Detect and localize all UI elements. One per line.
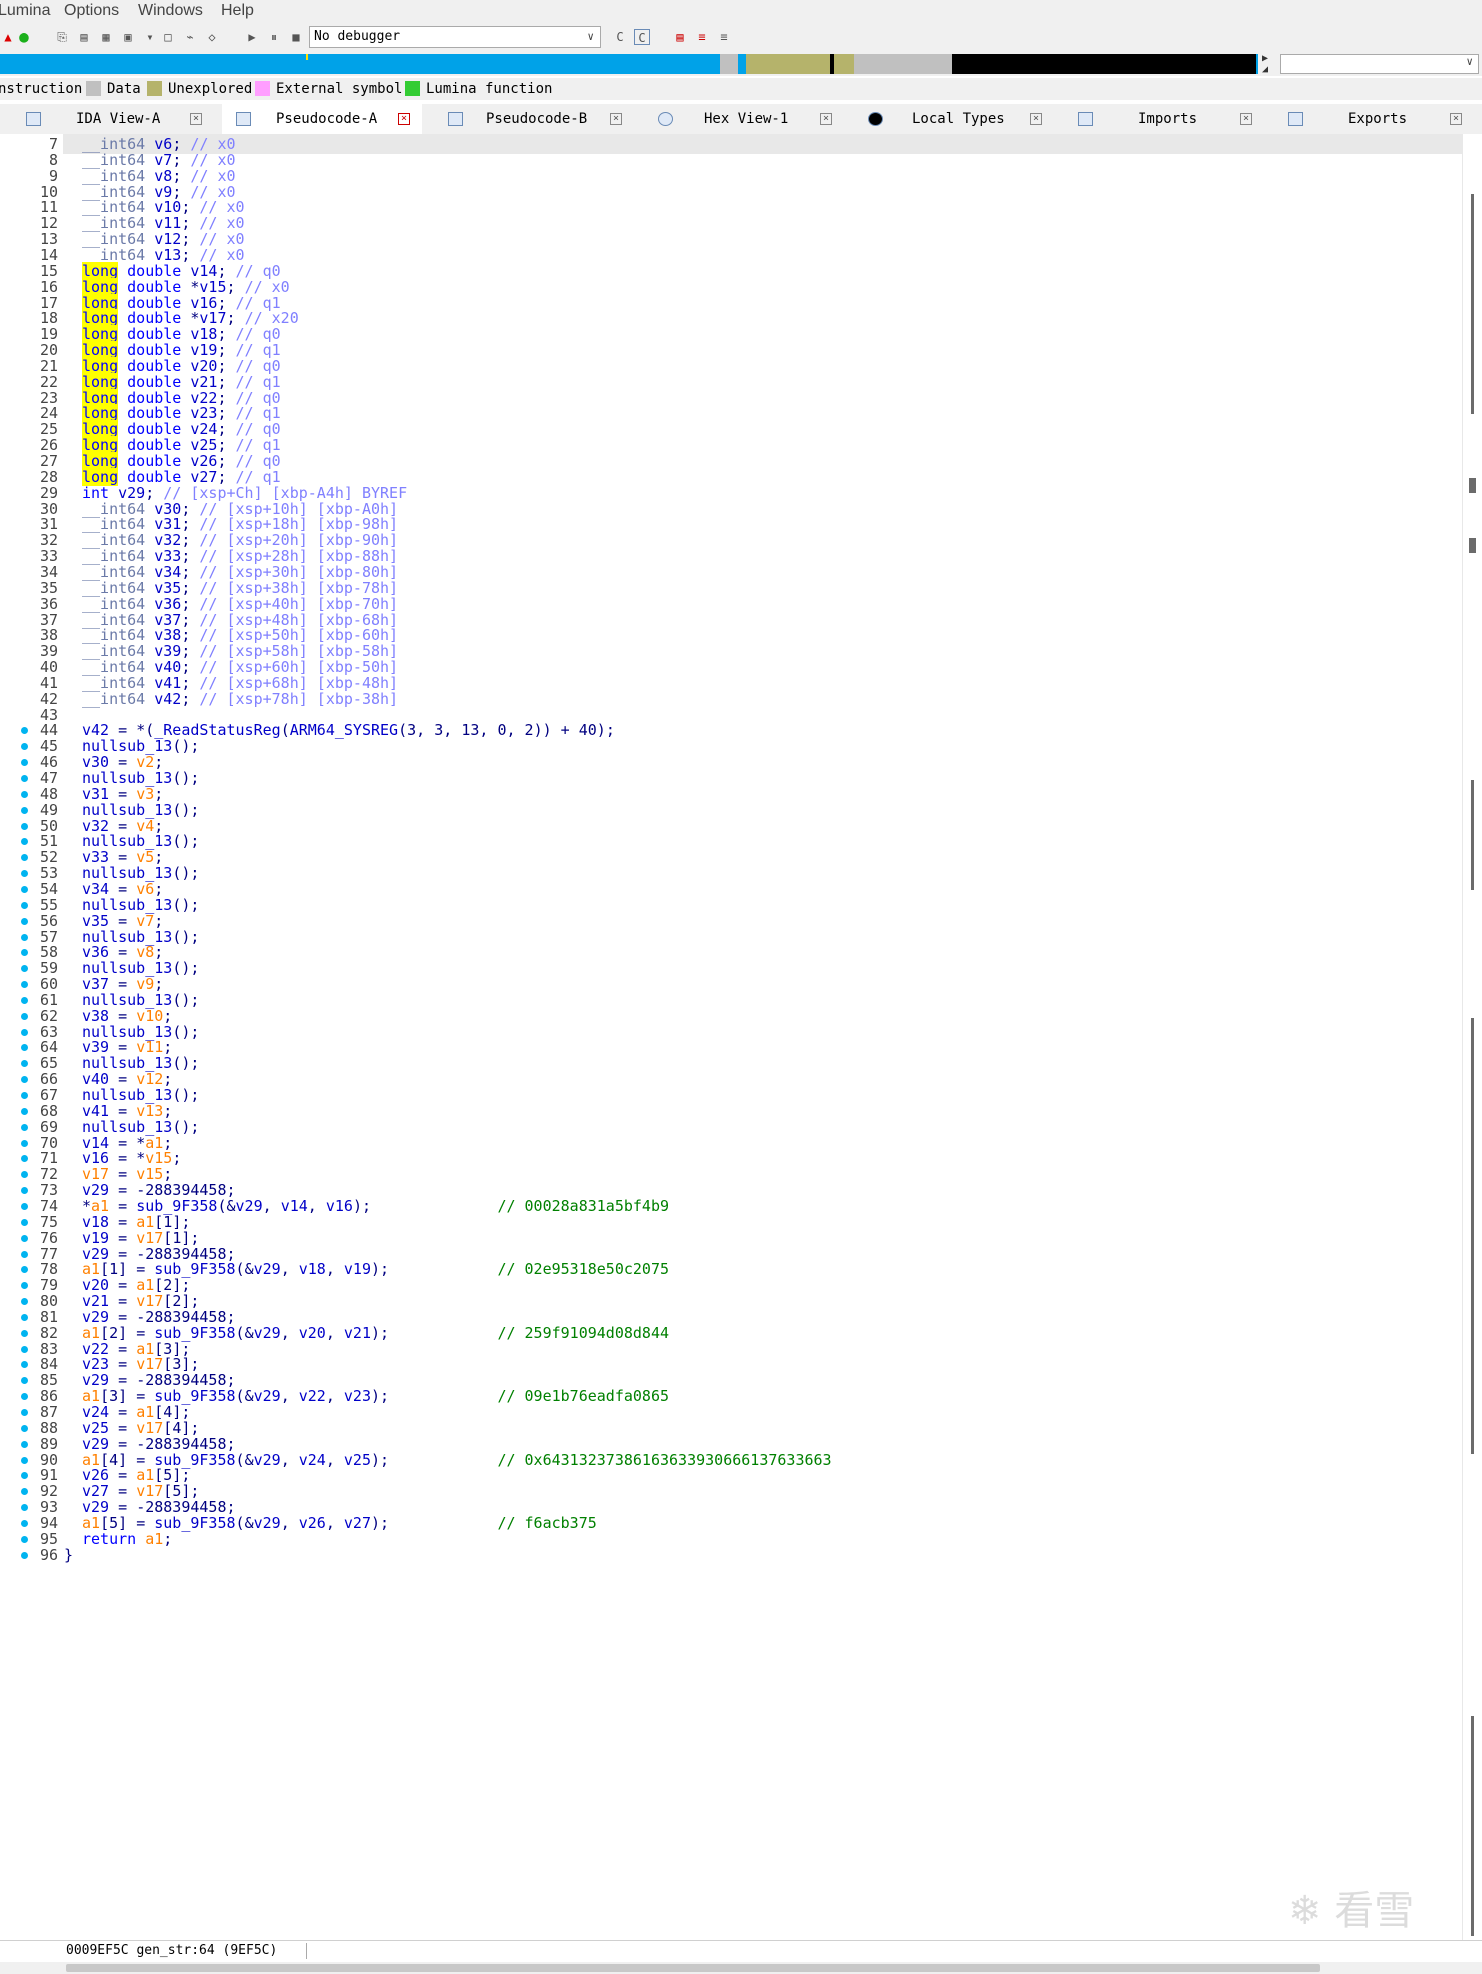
status-separator (306, 1943, 307, 1959)
tab-imports[interactable]: Imports × (1064, 104, 1264, 134)
legend-unexplored-label: Unexplored (168, 81, 253, 97)
status-bar: 0009EF5C gen_str:64 (9EF5C) (0, 1940, 1482, 1961)
diamond-icon[interactable]: ◇ (204, 29, 220, 45)
exports-icon (1288, 112, 1303, 126)
code-line[interactable]: 96} (0, 1545, 1462, 1565)
tab-label: Local Types (912, 111, 1005, 127)
pseudocode-c-icon[interactable]: C (612, 29, 628, 45)
copy-icon[interactable]: ⎘ (54, 29, 70, 45)
nav-position-marker (306, 54, 308, 60)
color-legend: nstruction Data Unexplored External symb… (0, 78, 1482, 100)
tab-exports[interactable]: Exports × (1274, 104, 1474, 134)
run-icon[interactable]: ● (16, 29, 32, 45)
tab-label: Imports (1138, 111, 1198, 127)
menu-windows[interactable]: Windows (138, 2, 203, 20)
scroll-marker (1471, 1716, 1474, 1936)
legend-data-swatch (86, 81, 101, 96)
legend-data-label: Data (107, 81, 141, 97)
stop-icon[interactable]: ■ (288, 29, 304, 45)
tab-label: Exports (1348, 111, 1408, 127)
imports-icon (1078, 112, 1093, 126)
code-text: } (64, 1545, 74, 1564)
pause-icon[interactable]: ⏸ (266, 29, 282, 45)
debugger-select[interactable]: No debugger ∨ (309, 26, 601, 48)
local-types-icon (868, 112, 883, 126)
disassembly-icon (26, 112, 41, 126)
tab-hex-view-1[interactable]: Hex View-1 × (644, 104, 844, 134)
chevron-down-icon: ∨ (587, 30, 594, 43)
dropdown-arrow-icon[interactable]: ▾ (142, 29, 158, 45)
debugger-select-value: No debugger (314, 29, 401, 44)
legend-lumina-label: Lumina function (426, 81, 553, 97)
pseudocode-icon (448, 112, 463, 126)
legend-instruction-label: nstruction (0, 81, 83, 97)
tab-pseudocode-b[interactable]: Pseudocode-B × (434, 104, 634, 134)
segment-select[interactable]: ∨ (1280, 54, 1479, 74)
scroll-marker (1471, 1018, 1474, 1348)
menu-lumina[interactable]: Lumina (0, 2, 50, 20)
tab-bar: IDA View-A × Pseudocode-A × Pseudocode-B… (0, 104, 1482, 135)
close-icon[interactable]: × (398, 113, 410, 125)
nav-segment-unexplored (746, 54, 830, 74)
start-debug-icon[interactable]: ▶ (244, 29, 260, 45)
copy-block-icon[interactable]: ▤ (76, 29, 92, 45)
scroll-marker (1469, 538, 1476, 553)
menu-options[interactable]: Options (64, 2, 119, 20)
tab-local-types[interactable]: Local Types × (854, 104, 1054, 134)
nav-arrows[interactable]: ▶ ◢ (1262, 53, 1268, 75)
hex-view-icon (658, 112, 673, 126)
snowflake-icon: ❄ (1288, 1888, 1322, 1934)
scroll-marker (1469, 478, 1476, 493)
nav-segment-data (720, 54, 738, 74)
tab-label: IDA View-A (76, 111, 161, 127)
error-icon[interactable]: ▲ (0, 29, 16, 45)
legend-unexplored-swatch (147, 81, 162, 96)
pseudocode-view[interactable]: 7 __int64 v6; // x0 8 __int64 v7; // x0 9 __i… (0, 134, 1462, 1940)
status-address: 0009EF5C gen_str:64 (9EF5C) (66, 1943, 278, 1958)
tab-ida-view-a[interactable]: IDA View-A × (12, 104, 212, 134)
tab-label: Pseudocode-B (486, 111, 588, 127)
horizontal-scrollbar[interactable] (0, 1962, 1482, 1974)
patch-icon[interactable]: ⌁ (182, 29, 198, 45)
menu-bar: Lumina Options Windows Help (0, 0, 1482, 24)
chevron-down-icon: ∨ (1466, 55, 1473, 68)
vertical-scrollbar[interactable] (1462, 134, 1482, 1940)
grid-icon[interactable]: ▦ (98, 29, 114, 45)
toolbar: ▲ ● ⎘ ▤ ▦ ▣ ▾ □ ⌁ ◇ ▶ ⏸ ■ C C ▤ ≡ ≡ (0, 24, 1482, 52)
pseudocode-active-icon[interactable]: C (634, 29, 650, 45)
navigation-bar[interactable] (0, 54, 1258, 74)
close-icon[interactable]: × (1240, 113, 1252, 125)
proximity-view-icon[interactable]: ≡ (716, 29, 732, 45)
legend-external-label: External symbol (276, 81, 403, 97)
line-number: 96 (39, 1545, 58, 1564)
close-icon[interactable]: × (190, 113, 202, 125)
stop-square-icon[interactable]: □ (160, 29, 176, 45)
scroll-marker (1471, 780, 1474, 890)
close-icon[interactable]: × (1450, 113, 1462, 125)
legend-external-swatch (255, 81, 270, 96)
close-icon[interactable]: × (610, 113, 622, 125)
tab-pseudocode-a[interactable]: Pseudocode-A × (222, 104, 422, 134)
close-icon[interactable]: × (820, 113, 832, 125)
nav-segment-data-2 (854, 54, 952, 74)
tab-label: Pseudocode-A (276, 111, 378, 127)
nav-segment-code (952, 54, 1256, 74)
menu-help[interactable]: Help (221, 2, 254, 20)
horizontal-scrollbar-thumb[interactable] (66, 1964, 1320, 1972)
close-icon[interactable]: × (1030, 113, 1042, 125)
list-view-icon[interactable]: ≡ (694, 29, 710, 45)
nav-segment-unexplored-2 (834, 54, 854, 74)
graph-view-icon[interactable]: ▤ (672, 29, 688, 45)
pseudocode-icon (236, 112, 251, 126)
view-menu-icon[interactable]: ▣ (120, 29, 136, 45)
scroll-marker (1471, 1314, 1474, 1454)
tab-label: Hex View-1 (704, 111, 789, 127)
kanxue-watermark: ❄ 看雪 (1288, 1878, 1414, 1936)
scrollbar-thumb[interactable] (1471, 194, 1474, 414)
watermark-text: 看雪 (1334, 1888, 1415, 1934)
legend-lumina-swatch (405, 81, 420, 96)
